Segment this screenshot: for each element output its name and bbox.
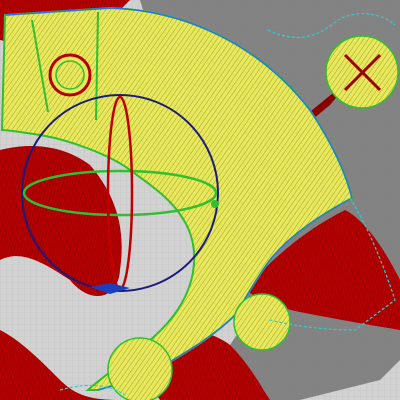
gizmo-handle-green[interactable] xyxy=(211,200,219,208)
brim-circle-bottom-right xyxy=(233,293,291,351)
preview-canvas[interactable] xyxy=(0,0,400,400)
brim-circle-top-right xyxy=(325,35,399,109)
print-preview-viewport[interactable] xyxy=(0,0,400,400)
brim-circle-bottom-left xyxy=(107,337,173,400)
part-hole-inner xyxy=(55,60,85,90)
